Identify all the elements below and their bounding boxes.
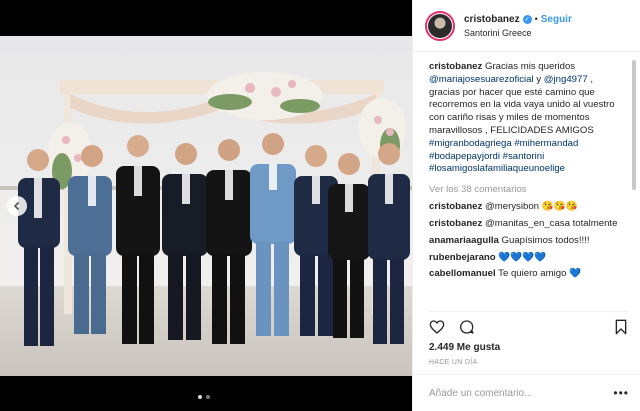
caption: cristobanez Gracias mis queridos @mariaj… (429, 61, 625, 176)
follow-button[interactable]: Seguir (541, 14, 572, 25)
bookmark-icon (615, 319, 627, 334)
caption-conjunction: y (536, 73, 542, 85)
post-timestamp: HACE UN DÍA (429, 359, 478, 366)
comment: cristobanez @merysibon 😘😘😘 (429, 201, 625, 214)
chevron-left-icon (13, 201, 20, 211)
mention-link[interactable]: @mariajosesuarezoficial (429, 74, 534, 85)
previous-photo-button[interactable] (7, 196, 27, 216)
comment: anamariaagulla Guapísimos todos!!!! (429, 235, 625, 248)
username-link[interactable]: cristobanez (464, 14, 520, 25)
action-bar (429, 311, 628, 337)
caption-username[interactable]: cristobanez (429, 61, 482, 72)
carousel-dot-active (198, 395, 202, 399)
avatar[interactable] (425, 10, 455, 41)
comment-username[interactable]: rubenbejarano (429, 252, 496, 263)
save-button[interactable] (614, 319, 628, 335)
heart-icon (429, 319, 445, 334)
comment: cristobanez @manitas_en_casa totalmente (429, 218, 625, 231)
post-photo[interactable] (0, 36, 412, 376)
location-link[interactable]: Santorini Greece (464, 28, 572, 38)
post-sidebar: cristobanez ✓ • Seguir Santorini Greece … (412, 0, 640, 411)
comment-username[interactable]: anamariaagulla (429, 235, 499, 246)
post-media (0, 0, 412, 411)
view-all-comments-link[interactable]: Ver los 38 comentarios (429, 184, 625, 195)
hashtag-link[interactable]: #losamigoslafamiliaqueunoelige (429, 163, 565, 174)
carousel-dot (206, 395, 210, 399)
hashtag-link[interactable]: #bodapepayjordi (429, 151, 500, 162)
comment-username[interactable]: cristobanez (429, 218, 482, 229)
comment-text: @merysibon 😘😘😘 (485, 201, 578, 213)
comment: rubenbejarano 💙💙💙💙 (429, 252, 625, 265)
comment-input[interactable] (429, 387, 609, 399)
hashtag-link[interactable]: #migranbodagriega (429, 138, 512, 149)
comment-username[interactable]: cabellomanuel (429, 268, 496, 279)
post-header: cristobanez ✓ • Seguir Santorini Greece (413, 0, 640, 52)
add-comment-bar: ••• (413, 374, 640, 411)
comments-panel[interactable]: cristobanez Gracias mis queridos @mariaj… (413, 53, 640, 307)
comments-scrollbar[interactable] (632, 60, 636, 190)
comment-text: Guapísimos todos!!!! (501, 234, 590, 246)
like-button[interactable] (429, 319, 445, 335)
carousel-indicator (198, 395, 210, 399)
comment-button[interactable] (459, 319, 475, 335)
likes-count[interactable]: 2.449 Me gusta (429, 342, 500, 353)
separator: • (534, 14, 538, 24)
caption-text: Gracias mis queridos (485, 61, 576, 72)
comment-text: @manitas_en_casa totalmente (485, 217, 618, 229)
mention-link[interactable]: @jng4977 (544, 74, 588, 85)
comment-text: Te quiero amigo 💙 (498, 268, 582, 280)
comment-username[interactable]: cristobanez (429, 201, 482, 212)
more-options-button[interactable]: ••• (613, 386, 629, 400)
comment: cabellomanuel Te quiero amigo 💙 (429, 268, 625, 281)
verified-icon: ✓ (522, 14, 532, 24)
comment-icon (460, 319, 474, 334)
comment-text: 💙💙💙💙 (498, 251, 547, 263)
hashtag-link[interactable]: #santorini (503, 151, 545, 162)
hashtag-link[interactable]: #mihermandad (514, 138, 578, 149)
